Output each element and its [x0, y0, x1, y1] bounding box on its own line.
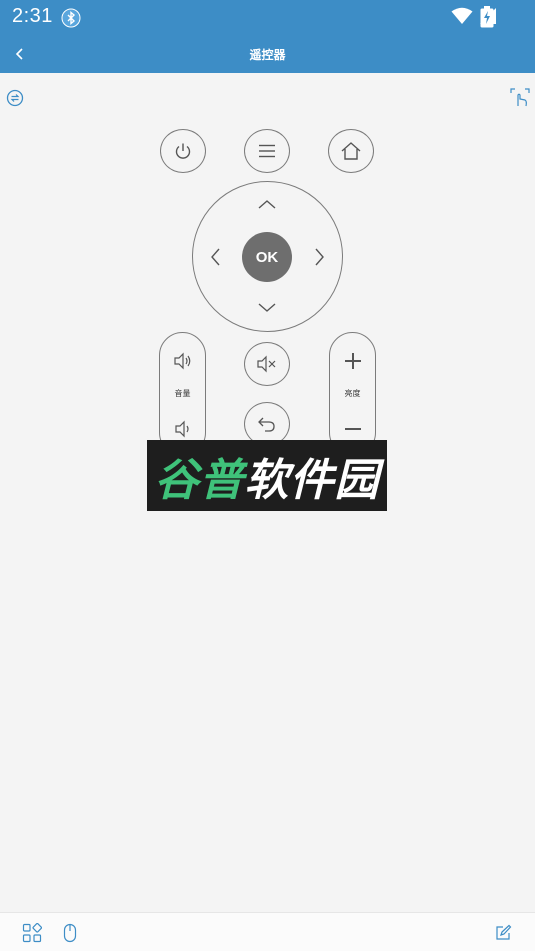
app-bar: 遥控器	[0, 36, 535, 73]
chevron-left-icon	[211, 248, 220, 266]
power-button[interactable]	[160, 129, 206, 173]
mute-button[interactable]	[244, 342, 290, 386]
touch-mode-icon[interactable]	[509, 87, 531, 109]
apps-grid-button[interactable]	[21, 922, 43, 944]
volume-up-icon	[173, 352, 190, 370]
bottom-bar	[0, 912, 535, 951]
status-time: 2:31	[12, 5, 53, 27]
watermark: 谷普 软件园	[147, 440, 387, 511]
wifi-icon	[451, 7, 473, 29]
apps-grid-icon	[22, 923, 42, 943]
watermark-text-white: 软件园	[244, 454, 380, 506]
minus-icon	[344, 428, 361, 430]
menu-button[interactable]	[244, 129, 290, 173]
page-title: 遥控器	[249, 48, 286, 62]
ok-button[interactable]: OK	[242, 232, 292, 282]
battery-charging-icon	[480, 6, 494, 32]
plus-icon	[344, 353, 361, 369]
volume-label: 音量	[174, 389, 191, 398]
volume-control: 音量	[159, 332, 206, 456]
power-icon	[175, 143, 191, 159]
status-bar: 2:31	[0, 0, 535, 36]
home-icon	[341, 142, 361, 160]
menu-icon	[259, 144, 275, 158]
return-icon	[258, 417, 275, 432]
switch-device-icon[interactable]	[5, 88, 27, 110]
mouse-button[interactable]	[59, 922, 81, 944]
dpad-left-button[interactable]	[201, 243, 229, 271]
edit-icon	[496, 924, 512, 940]
watermark-text-green: 谷普	[154, 454, 245, 506]
dpad-up-button[interactable]	[253, 190, 281, 218]
dpad: OK	[192, 181, 343, 332]
edit-button[interactable]	[492, 922, 514, 944]
brightness-control: 亮度	[329, 332, 376, 456]
volume-down-icon	[174, 420, 189, 438]
chevron-up-icon	[258, 200, 276, 209]
brightness-up-button[interactable]	[330, 343, 375, 379]
chevron-down-icon	[258, 303, 276, 312]
dpad-right-button[interactable]	[306, 243, 334, 271]
bluetooth-icon	[61, 8, 81, 28]
home-button[interactable]	[328, 129, 374, 173]
dpad-down-button[interactable]	[253, 294, 281, 322]
mute-icon	[257, 355, 276, 373]
mouse-icon	[63, 923, 77, 943]
chevron-right-icon	[315, 248, 324, 266]
brightness-label: 亮度	[344, 389, 361, 398]
volume-up-button[interactable]	[160, 343, 205, 379]
